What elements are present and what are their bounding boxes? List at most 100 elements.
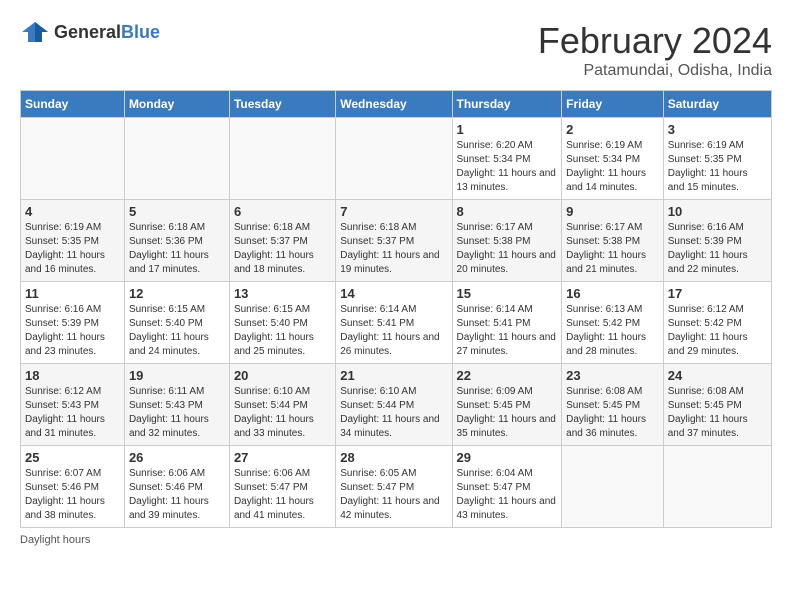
day-cell: 2 Sunrise: 6:19 AM Sunset: 5:34 PM Daylig… bbox=[562, 118, 664, 200]
day-cell: 11 Sunrise: 6:16 AM Sunset: 5:39 PM Dayli… bbox=[21, 282, 125, 364]
day-number: 21 bbox=[340, 368, 447, 383]
day-cell bbox=[336, 118, 452, 200]
day-info: Sunrise: 6:19 AM Sunset: 5:35 PM Dayligh… bbox=[25, 221, 120, 277]
day-number: 27 bbox=[234, 450, 331, 465]
day-cell: 10 Sunrise: 6:16 AM Sunset: 5:39 PM Dayli… bbox=[663, 200, 771, 282]
day-cell: 24 Sunrise: 6:08 AM Sunset: 5:45 PM Dayli… bbox=[663, 364, 771, 446]
week-row-5: 25Sunrise: 6:07 AM Sunset: 5:46 PM Dayli… bbox=[21, 446, 772, 528]
logo-text: GeneralBlue bbox=[54, 22, 160, 43]
day-cell: 19Sunrise: 6:11 AM Sunset: 5:43 PM Dayli… bbox=[124, 364, 229, 446]
day-info: Sunrise: 6:12 AM Sunset: 5:42 PM Dayligh… bbox=[668, 303, 767, 359]
day-info: Sunrise: 6:16 AM Sunset: 5:39 PM Dayligh… bbox=[25, 303, 120, 359]
logo-general: General bbox=[54, 22, 121, 42]
day-info: Sunrise: 6:17 AM Sunset: 5:38 PM Dayligh… bbox=[457, 221, 558, 277]
day-cell: 22 Sunrise: 6:09 AM Sunset: 5:45 PM Dayli… bbox=[452, 364, 562, 446]
day-cell: 12Sunrise: 6:15 AM Sunset: 5:40 PM Dayli… bbox=[124, 282, 229, 364]
day-cell: 20Sunrise: 6:10 AM Sunset: 5:44 PM Dayli… bbox=[229, 364, 335, 446]
day-cell: 17 Sunrise: 6:12 AM Sunset: 5:42 PM Dayli… bbox=[663, 282, 771, 364]
day-cell: 29 Sunrise: 6:04 AM Sunset: 5:47 PM Dayli… bbox=[452, 446, 562, 528]
day-info: Sunrise: 6:08 AM Sunset: 5:45 PM Dayligh… bbox=[668, 385, 767, 441]
footer-note: Daylight hours bbox=[20, 534, 772, 546]
day-number: 4 bbox=[25, 204, 120, 219]
day-cell: 28 Sunrise: 6:05 AM Sunset: 5:47 PM Dayli… bbox=[336, 446, 452, 528]
day-info: Sunrise: 6:20 AM Sunset: 5:34 PM Dayligh… bbox=[457, 139, 558, 195]
col-header-wednesday: Wednesday bbox=[336, 91, 452, 118]
day-number: 17 bbox=[668, 286, 767, 301]
day-info: Sunrise: 6:04 AM Sunset: 5:47 PM Dayligh… bbox=[457, 467, 558, 523]
day-number: 6 bbox=[234, 204, 331, 219]
day-number: 25 bbox=[25, 450, 120, 465]
day-info: Sunrise: 6:16 AM Sunset: 5:39 PM Dayligh… bbox=[668, 221, 767, 277]
day-number: 20 bbox=[234, 368, 331, 383]
day-info: Sunrise: 6:09 AM Sunset: 5:45 PM Dayligh… bbox=[457, 385, 558, 441]
day-number: 9 bbox=[566, 204, 659, 219]
day-number: 10 bbox=[668, 204, 767, 219]
day-cell: 21Sunrise: 6:10 AM Sunset: 5:44 PM Dayli… bbox=[336, 364, 452, 446]
col-header-tuesday: Tuesday bbox=[229, 91, 335, 118]
day-number: 11 bbox=[25, 286, 120, 301]
day-info: Sunrise: 6:18 AM Sunset: 5:37 PM Dayligh… bbox=[234, 221, 331, 277]
day-cell: 4 Sunrise: 6:19 AM Sunset: 5:35 PM Daylig… bbox=[21, 200, 125, 282]
day-cell: 16Sunrise: 6:13 AM Sunset: 5:42 PM Dayli… bbox=[562, 282, 664, 364]
day-number: 23 bbox=[566, 368, 659, 383]
month-title: February 2024 bbox=[538, 20, 772, 62]
day-cell: 8 Sunrise: 6:17 AM Sunset: 5:38 PM Daylig… bbox=[452, 200, 562, 282]
day-info: Sunrise: 6:08 AM Sunset: 5:45 PM Dayligh… bbox=[566, 385, 659, 441]
logo-icon bbox=[20, 20, 50, 44]
header-row: SundayMondayTuesdayWednesdayThursdayFrid… bbox=[21, 91, 772, 118]
day-info: Sunrise: 6:14 AM Sunset: 5:41 PM Dayligh… bbox=[457, 303, 558, 359]
day-number: 3 bbox=[668, 122, 767, 137]
week-row-4: 18Sunrise: 6:12 AM Sunset: 5:43 PM Dayli… bbox=[21, 364, 772, 446]
day-cell: 26Sunrise: 6:06 AM Sunset: 5:46 PM Dayli… bbox=[124, 446, 229, 528]
day-info: Sunrise: 6:19 AM Sunset: 5:34 PM Dayligh… bbox=[566, 139, 659, 195]
day-number: 13 bbox=[234, 286, 331, 301]
day-cell: 23 Sunrise: 6:08 AM Sunset: 5:45 PM Dayli… bbox=[562, 364, 664, 446]
col-header-friday: Friday bbox=[562, 91, 664, 118]
day-info: Sunrise: 6:13 AM Sunset: 5:42 PM Dayligh… bbox=[566, 303, 659, 359]
day-cell: 13 Sunrise: 6:15 AM Sunset: 5:40 PM Dayli… bbox=[229, 282, 335, 364]
day-cell bbox=[562, 446, 664, 528]
day-cell: 9 Sunrise: 6:17 AM Sunset: 5:38 PM Daylig… bbox=[562, 200, 664, 282]
header: GeneralBlue February 2024 Patamundai, Od… bbox=[20, 20, 772, 80]
day-info: Sunrise: 6:15 AM Sunset: 5:40 PM Dayligh… bbox=[129, 303, 225, 359]
col-header-sunday: Sunday bbox=[21, 91, 125, 118]
day-number: 29 bbox=[457, 450, 558, 465]
day-info: Sunrise: 6:14 AM Sunset: 5:41 PM Dayligh… bbox=[340, 303, 447, 359]
location-title: Patamundai, Odisha, India bbox=[538, 62, 772, 80]
day-cell: 1 Sunrise: 6:20 AM Sunset: 5:34 PM Daylig… bbox=[452, 118, 562, 200]
day-cell: 3Sunrise: 6:19 AM Sunset: 5:35 PM Daylig… bbox=[663, 118, 771, 200]
day-cell: 14 Sunrise: 6:14 AM Sunset: 5:41 PM Dayli… bbox=[336, 282, 452, 364]
day-number: 8 bbox=[457, 204, 558, 219]
col-header-saturday: Saturday bbox=[663, 91, 771, 118]
day-cell: 15 Sunrise: 6:14 AM Sunset: 5:41 PM Dayli… bbox=[452, 282, 562, 364]
day-cell bbox=[663, 446, 771, 528]
day-number: 2 bbox=[566, 122, 659, 137]
day-number: 22 bbox=[457, 368, 558, 383]
week-row-2: 4 Sunrise: 6:19 AM Sunset: 5:35 PM Daylig… bbox=[21, 200, 772, 282]
day-info: Sunrise: 6:18 AM Sunset: 5:37 PM Dayligh… bbox=[340, 221, 447, 277]
day-info: Sunrise: 6:05 AM Sunset: 5:47 PM Dayligh… bbox=[340, 467, 447, 523]
day-number: 1 bbox=[457, 122, 558, 137]
day-cell: 27 Sunrise: 6:06 AM Sunset: 5:47 PM Dayli… bbox=[229, 446, 335, 528]
day-number: 5 bbox=[129, 204, 225, 219]
day-number: 15 bbox=[457, 286, 558, 301]
day-info: Sunrise: 6:06 AM Sunset: 5:46 PM Dayligh… bbox=[129, 467, 225, 523]
day-info: Sunrise: 6:15 AM Sunset: 5:40 PM Dayligh… bbox=[234, 303, 331, 359]
day-cell bbox=[124, 118, 229, 200]
logo-blue: Blue bbox=[121, 22, 160, 42]
day-info: Sunrise: 6:17 AM Sunset: 5:38 PM Dayligh… bbox=[566, 221, 659, 277]
day-number: 14 bbox=[340, 286, 447, 301]
day-number: 28 bbox=[340, 450, 447, 465]
week-row-3: 11 Sunrise: 6:16 AM Sunset: 5:39 PM Dayli… bbox=[21, 282, 772, 364]
day-number: 7 bbox=[340, 204, 447, 219]
col-header-monday: Monday bbox=[124, 91, 229, 118]
day-cell: 6 Sunrise: 6:18 AM Sunset: 5:37 PM Daylig… bbox=[229, 200, 335, 282]
day-info: Sunrise: 6:06 AM Sunset: 5:47 PM Dayligh… bbox=[234, 467, 331, 523]
day-cell bbox=[21, 118, 125, 200]
day-info: Sunrise: 6:11 AM Sunset: 5:43 PM Dayligh… bbox=[129, 385, 225, 441]
week-row-1: 1 Sunrise: 6:20 AM Sunset: 5:34 PM Daylig… bbox=[21, 118, 772, 200]
day-cell: 18Sunrise: 6:12 AM Sunset: 5:43 PM Dayli… bbox=[21, 364, 125, 446]
day-info: Sunrise: 6:12 AM Sunset: 5:43 PM Dayligh… bbox=[25, 385, 120, 441]
day-number: 24 bbox=[668, 368, 767, 383]
logo: GeneralBlue bbox=[20, 20, 160, 44]
